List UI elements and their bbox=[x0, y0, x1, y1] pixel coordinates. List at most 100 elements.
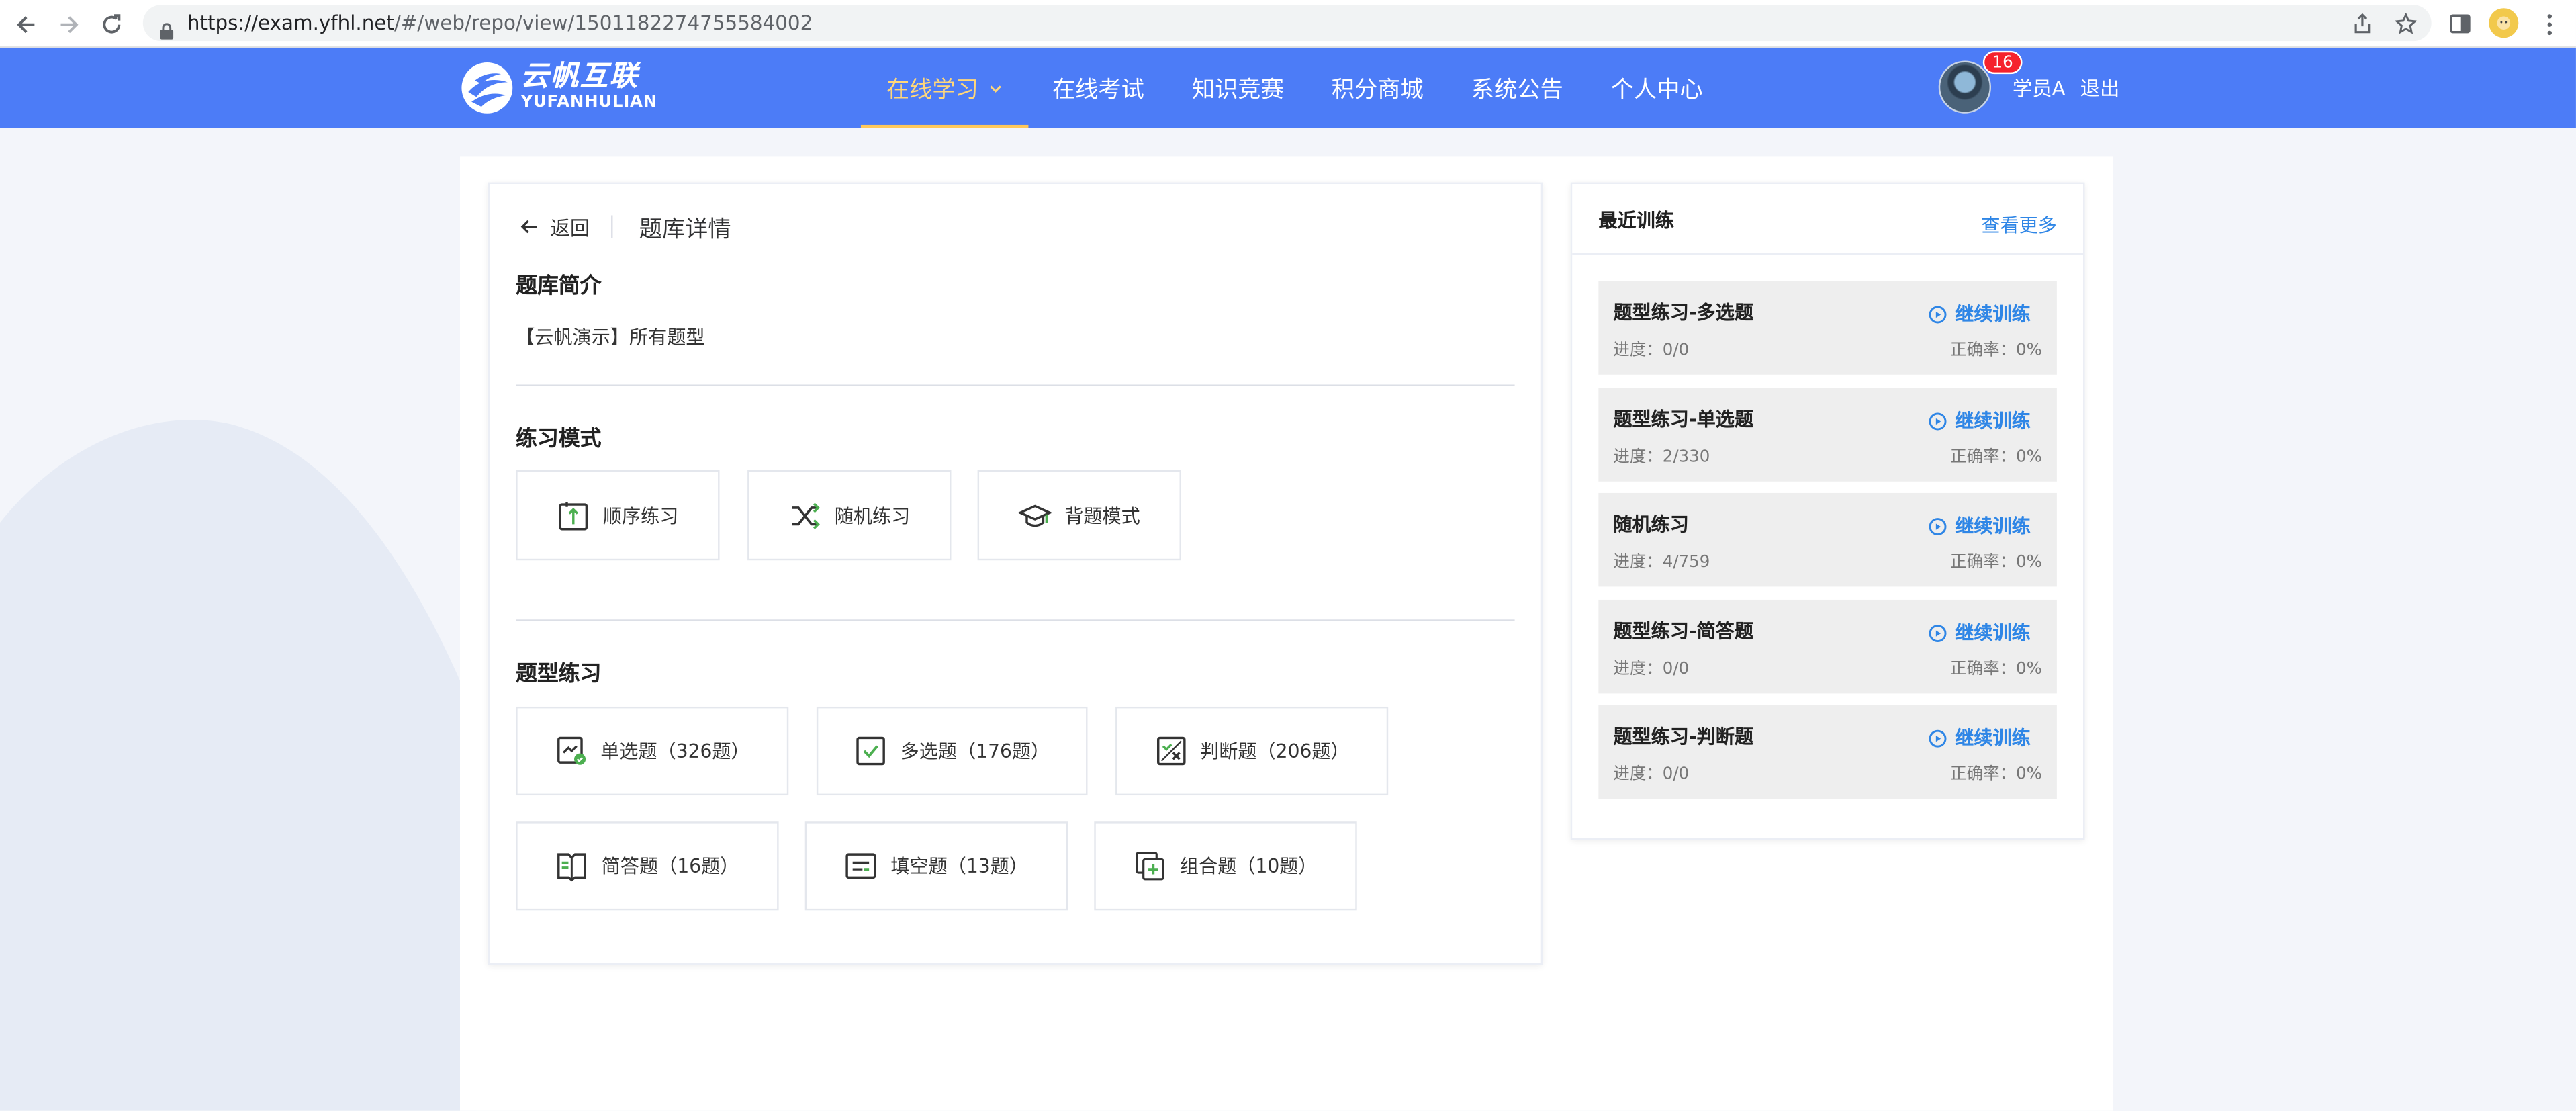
continue-training-button[interactable]: 继续训练 bbox=[1929, 725, 2031, 751]
multi-choice-button[interactable]: 多选题（176题） bbox=[816, 706, 1088, 796]
logo-subtitle: YUFANHULIAN bbox=[520, 93, 657, 112]
avatar[interactable] bbox=[1938, 60, 1992, 114]
user-name[interactable]: 学员A bbox=[2013, 73, 2066, 101]
sequential-practice-button[interactable]: 顺序练习 bbox=[516, 470, 720, 561]
nav-label: 积分商城 bbox=[1331, 76, 1424, 103]
logout-link[interactable]: 退出 bbox=[2080, 73, 2120, 101]
fill-blank-icon bbox=[845, 850, 878, 883]
continue-training-button[interactable]: 继续训练 bbox=[1929, 301, 2031, 327]
continue-label: 继续训练 bbox=[1955, 409, 2031, 433]
nav-label: 知识竞赛 bbox=[1191, 76, 1284, 103]
forward-arrow-icon[interactable] bbox=[52, 8, 83, 39]
training-progress: 进度：0/0 bbox=[1613, 341, 1690, 360]
url-text: https://exam.yfhl.net/#/web/repo/view/15… bbox=[187, 11, 813, 35]
mode-label: 顺序练习 bbox=[602, 503, 679, 527]
share-icon[interactable] bbox=[2349, 10, 2375, 36]
page-title: 题库详情 bbox=[639, 216, 731, 244]
main-nav: 在线学习 在线考试 知识竞赛 积分商城 系统公告 个人中心 bbox=[860, 48, 1727, 128]
shuffle-icon bbox=[788, 498, 821, 531]
list-item: 随机练习 继续训练 进度：4/759 正确率：0% bbox=[1598, 492, 2057, 587]
nav-online-learning[interactable]: 在线学习 bbox=[860, 48, 1029, 128]
back-label: 返回 bbox=[550, 216, 590, 239]
training-accuracy: 正确率：0% bbox=[1950, 448, 2042, 467]
address-bar[interactable]: https://exam.yfhl.net/#/web/repo/view/15… bbox=[142, 5, 2432, 42]
combo-icon bbox=[1134, 850, 1166, 883]
sequence-icon bbox=[557, 498, 590, 531]
training-name: 随机练习 bbox=[1613, 513, 1689, 536]
training-name: 题型练习-判断题 bbox=[1613, 724, 1753, 748]
type-label: 判断题（206题） bbox=[1200, 739, 1350, 763]
reload-icon[interactable] bbox=[95, 8, 126, 39]
continue-training-button[interactable]: 继续训练 bbox=[1929, 619, 2031, 646]
nav-points-mall[interactable]: 积分商城 bbox=[1307, 48, 1447, 128]
bookmark-star-icon[interactable] bbox=[2392, 10, 2418, 36]
memorize-mode-button[interactable]: 背题模式 bbox=[977, 470, 1181, 561]
judge-button[interactable]: 判断题（206题） bbox=[1115, 706, 1389, 796]
training-name: 题型练习-多选题 bbox=[1613, 300, 1753, 324]
mode-section-title: 练习模式 bbox=[516, 427, 602, 452]
training-accuracy: 正确率：0% bbox=[1950, 553, 2042, 572]
lock-icon bbox=[159, 15, 174, 46]
back-arrow-icon[interactable] bbox=[10, 8, 41, 39]
continue-label: 继续训练 bbox=[1955, 514, 2031, 537]
list-item: 题型练习-多选题 继续训练 进度：0/0 正确率：0% bbox=[1598, 281, 2057, 375]
nav-label: 在线考试 bbox=[1052, 76, 1144, 103]
site-logo[interactable]: 云帆互联 YUFANHULIAN bbox=[460, 58, 657, 117]
chevron-down-icon bbox=[988, 85, 1001, 92]
nav-personal-center[interactable]: 个人中心 bbox=[1587, 48, 1727, 128]
play-circle-icon bbox=[1929, 305, 1947, 323]
continue-training-button[interactable]: 继续训练 bbox=[1929, 513, 2031, 539]
play-circle-icon bbox=[1929, 729, 1947, 747]
intro-text: 【云帆演示】所有题型 bbox=[516, 325, 705, 349]
training-accuracy: 正确率：0% bbox=[1950, 341, 2042, 360]
book-icon bbox=[555, 850, 588, 883]
nav-announcements[interactable]: 系统公告 bbox=[1447, 48, 1587, 128]
title-divider bbox=[611, 215, 613, 238]
notification-badge: 16 bbox=[1982, 50, 2023, 75]
side-panel-icon[interactable] bbox=[2444, 8, 2475, 39]
intro-section-title: 题库简介 bbox=[516, 274, 602, 300]
continue-label: 继续训练 bbox=[1955, 302, 2031, 326]
training-progress: 进度：0/0 bbox=[1613, 660, 1690, 679]
profile-avatar-icon[interactable] bbox=[2489, 8, 2519, 38]
short-answer-button[interactable]: 简答题（16题） bbox=[516, 821, 779, 911]
list-item: 题型练习-简答题 继续训练 进度：0/0 正确率：0% bbox=[1598, 599, 2057, 694]
graduation-cap-icon bbox=[1018, 498, 1052, 531]
list-item: 题型练习-判断题 继续训练 进度：0/0 正确率：0% bbox=[1598, 705, 2057, 799]
training-name: 题型练习-单选题 bbox=[1613, 407, 1753, 431]
training-accuracy: 正确率：0% bbox=[1950, 660, 2042, 679]
type-label: 简答题（16题） bbox=[601, 854, 739, 878]
random-practice-button[interactable]: 随机练习 bbox=[747, 470, 952, 561]
back-button[interactable]: 返回 bbox=[519, 212, 590, 242]
continue-training-button[interactable]: 继续训练 bbox=[1929, 408, 2031, 434]
play-circle-icon bbox=[1929, 623, 1947, 641]
list-item: 题型练习-单选题 继续训练 进度：2/330 正确率：0% bbox=[1598, 388, 2057, 482]
play-circle-icon bbox=[1929, 517, 1947, 535]
training-progress: 进度：0/0 bbox=[1613, 766, 1690, 784]
multi-choice-icon bbox=[854, 735, 887, 768]
type-label: 单选题（326题） bbox=[600, 739, 750, 763]
type-section-title: 题型练习 bbox=[516, 662, 602, 687]
user-area: 学员A 退出 bbox=[1938, 59, 2120, 115]
training-progress: 进度：2/330 bbox=[1613, 448, 1710, 467]
mode-label: 背题模式 bbox=[1064, 503, 1140, 527]
mode-label: 随机练习 bbox=[834, 503, 911, 527]
single-choice-button[interactable]: 单选题（326题） bbox=[516, 706, 789, 796]
section-divider bbox=[516, 384, 1515, 386]
section-divider bbox=[516, 619, 1515, 621]
nav-label: 系统公告 bbox=[1471, 76, 1563, 103]
play-circle-icon bbox=[1929, 412, 1947, 430]
judge-icon bbox=[1154, 735, 1187, 768]
nav-online-exam[interactable]: 在线考试 bbox=[1028, 48, 1168, 128]
continue-label: 继续训练 bbox=[1955, 726, 2031, 750]
training-name: 题型练习-简答题 bbox=[1613, 619, 1753, 643]
single-choice-icon bbox=[555, 735, 588, 768]
nav-label: 个人中心 bbox=[1610, 76, 1703, 103]
logo-title: 云帆互联 bbox=[520, 60, 639, 93]
nav-knowledge-contest[interactable]: 知识竞赛 bbox=[1168, 48, 1307, 128]
fill-blank-button[interactable]: 填空题（13题） bbox=[804, 821, 1068, 911]
training-progress: 进度：4/759 bbox=[1613, 553, 1710, 572]
view-more-link[interactable]: 查看更多 bbox=[1981, 212, 2057, 238]
combo-button[interactable]: 组合题（10题） bbox=[1094, 821, 1357, 911]
browser-menu-icon[interactable] bbox=[2533, 8, 2564, 39]
